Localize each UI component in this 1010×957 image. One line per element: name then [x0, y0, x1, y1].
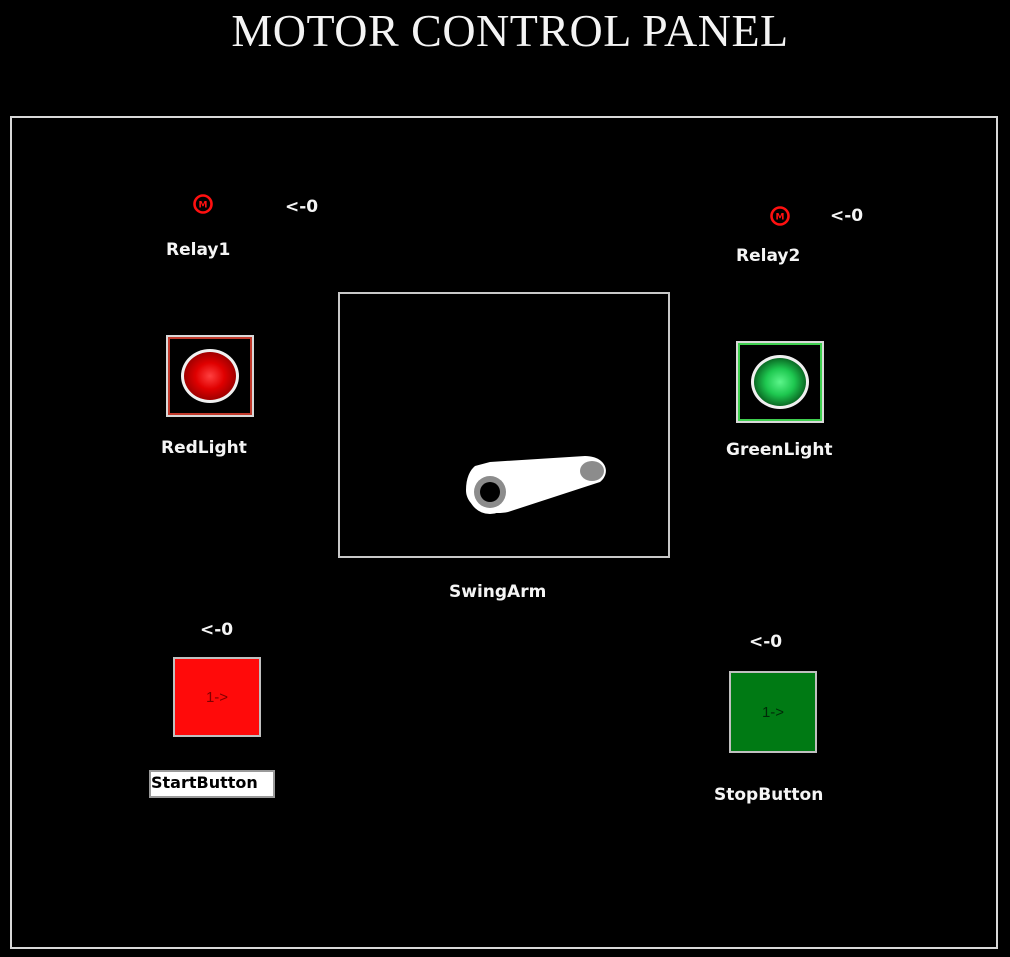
- red-light-indicator: [166, 335, 254, 417]
- start-button-value: <-0: [200, 620, 234, 640]
- green-light-indicator: [736, 341, 824, 423]
- start-button[interactable]: 1->: [173, 657, 261, 737]
- relay2-value: <-0: [830, 206, 864, 226]
- swing-arm-label: SwingArm: [449, 582, 547, 602]
- relay2-label: Relay2: [736, 246, 801, 266]
- green-light-label: GreenLight: [726, 440, 833, 460]
- svg-text:M: M: [776, 213, 785, 223]
- relay1-label: Relay1: [166, 240, 231, 260]
- stop-button[interactable]: 1->: [729, 671, 817, 753]
- motor-relay-icon[interactable]: M: [192, 193, 214, 215]
- relay1-value: <-0: [285, 197, 319, 217]
- svg-text:M: M: [199, 201, 208, 211]
- start-button-face-text: 1->: [205, 688, 229, 706]
- motor-relay-icon[interactable]: M: [769, 205, 791, 227]
- swing-arm-graphic: [466, 456, 606, 514]
- stop-button-face-text: 1->: [761, 703, 785, 721]
- stop-button-label: StopButton: [714, 785, 824, 805]
- red-light-label: RedLight: [161, 438, 247, 458]
- stop-button-value: <-0: [749, 632, 783, 652]
- start-button-label-text: StartButton: [151, 773, 258, 792]
- page-title: MOTOR CONTROL PANEL: [231, 5, 789, 56]
